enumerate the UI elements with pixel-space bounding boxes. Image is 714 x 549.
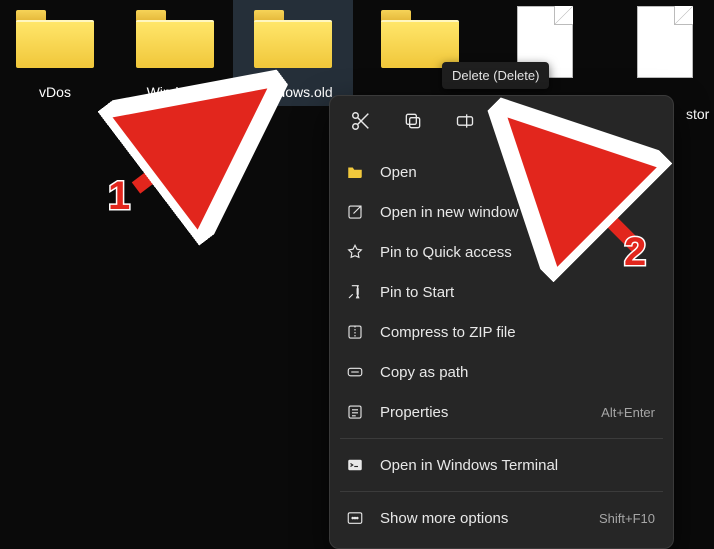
callout-number-2: 2 bbox=[624, 230, 646, 275]
item-label: stor bbox=[686, 106, 709, 122]
desktop-item[interactable]: vDos bbox=[0, 0, 110, 106]
scissors-icon bbox=[350, 110, 372, 132]
menu-item-label: Pin to Start bbox=[380, 284, 655, 301]
menu-item-label: Open in Windows Terminal bbox=[380, 457, 655, 474]
callout-number-1: 1 bbox=[108, 174, 130, 219]
tooltip-delete: Delete (Delete) bbox=[442, 62, 549, 89]
star-icon bbox=[344, 241, 366, 263]
copy-path-icon bbox=[344, 361, 366, 383]
menu-item-label: Compress to ZIP file bbox=[380, 324, 655, 341]
menu-item-copy-as-path[interactable]: Copy as path bbox=[330, 352, 673, 392]
folder-icon bbox=[248, 6, 338, 78]
menu-item-pin-start[interactable]: Pin to Start bbox=[330, 272, 673, 312]
folder-icon bbox=[130, 6, 220, 78]
menu-item-open-terminal[interactable]: Open in Windows Terminal bbox=[330, 445, 673, 485]
desktop-item[interactable] bbox=[610, 0, 714, 90]
rename-button[interactable] bbox=[448, 104, 482, 138]
terminal-icon bbox=[344, 454, 366, 476]
document-icon bbox=[637, 6, 693, 78]
cut-button[interactable] bbox=[344, 104, 378, 138]
callout-arrow-1 bbox=[120, 80, 280, 200]
properties-icon bbox=[344, 401, 366, 423]
zip-icon bbox=[344, 321, 366, 343]
menu-item-shortcut: Shift+F10 bbox=[599, 511, 655, 526]
copy-icon bbox=[403, 111, 423, 131]
rename-icon bbox=[455, 111, 475, 131]
menu-item-compress-zip[interactable]: Compress to ZIP file bbox=[330, 312, 673, 352]
menu-separator bbox=[340, 491, 663, 492]
menu-item-properties[interactable]: Properties Alt+Enter bbox=[330, 392, 673, 432]
item-label bbox=[610, 82, 714, 90]
folder-icon bbox=[344, 161, 366, 183]
more-icon bbox=[344, 507, 366, 529]
menu-separator bbox=[340, 438, 663, 439]
menu-item-label: Properties bbox=[380, 404, 601, 421]
menu-item-shortcut: Alt+Enter bbox=[601, 405, 655, 420]
menu-item-show-more-options[interactable]: Show more options Shift+F10 bbox=[330, 498, 673, 538]
folder-icon bbox=[10, 6, 100, 78]
menu-item-label: Copy as path bbox=[380, 364, 655, 381]
item-label: vDos bbox=[0, 82, 110, 106]
external-icon bbox=[344, 201, 366, 223]
menu-item-label: Show more options bbox=[380, 510, 599, 527]
pin-icon bbox=[344, 281, 366, 303]
copy-button[interactable] bbox=[396, 104, 430, 138]
